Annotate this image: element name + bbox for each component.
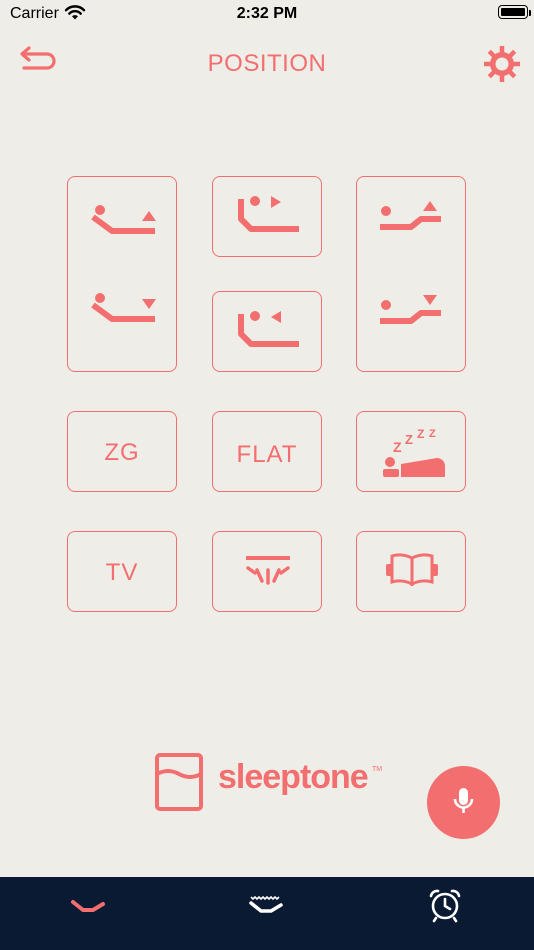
tab-alarm[interactable] (356, 877, 534, 950)
header: POSITION (0, 40, 534, 86)
feet-up-icon (380, 201, 441, 230)
open-book-icon (386, 553, 438, 586)
flat-label: FLAT (236, 441, 298, 468)
brand-trademark: TM (372, 766, 383, 773)
tilt-forward-icon (238, 196, 299, 232)
tv-button[interactable]: TV (67, 531, 177, 612)
bed-position-icon (71, 900, 105, 912)
zero-gravity-button[interactable]: ZG (67, 411, 177, 492)
page-title: POSITION (207, 50, 327, 77)
head-down-icon (91, 293, 156, 322)
tilt-back-button[interactable] (212, 291, 322, 372)
flat-button[interactable]: FLAT (212, 411, 322, 492)
settings-button[interactable] (480, 42, 524, 86)
tab-bar (0, 877, 534, 950)
tv-label: TV (105, 559, 139, 586)
voice-command-button[interactable] (427, 766, 500, 839)
microphone-icon (453, 788, 474, 813)
underbed-light-icon (246, 556, 290, 585)
tab-massage[interactable] (178, 877, 356, 950)
tilt-back-icon (238, 311, 299, 347)
sleeptone-logo-icon (155, 753, 203, 811)
svg-text:Z: Z (429, 428, 436, 440)
underbed-light-button[interactable] (212, 531, 322, 612)
tilt-forward-button[interactable] (212, 176, 322, 257)
reading-button[interactable] (356, 531, 466, 612)
feet-down-button[interactable] (357, 275, 465, 373)
feet-down-icon (380, 295, 441, 324)
sleep-zzz-icon: Z Z Z Z (383, 428, 445, 477)
head-control-panel (67, 176, 177, 372)
svg-text:Z: Z (393, 439, 402, 455)
brand-name: sleeptone (218, 758, 369, 796)
head-down-button[interactable] (68, 275, 176, 373)
status-time: 2:32 PM (236, 5, 298, 22)
head-up-icon (91, 205, 156, 234)
gear-icon (484, 46, 520, 82)
head-up-button[interactable] (68, 177, 176, 275)
svg-text:Z: Z (405, 432, 413, 447)
anti-snore-button[interactable]: Z Z Z Z (356, 411, 466, 492)
battery-tip (529, 10, 531, 16)
alarm-clock-icon (429, 889, 461, 923)
battery-icon (498, 5, 528, 19)
zero-gravity-label: ZG (104, 439, 140, 466)
status-bar: Carrier 2:32 PM (0, 0, 534, 28)
brand-logo: sleeptone TM (154, 752, 384, 812)
feet-control-panel (356, 176, 466, 372)
tab-position[interactable] (0, 877, 178, 950)
feet-up-button[interactable] (357, 177, 465, 275)
svg-text:Z: Z (417, 428, 424, 441)
massage-icon (249, 895, 283, 913)
